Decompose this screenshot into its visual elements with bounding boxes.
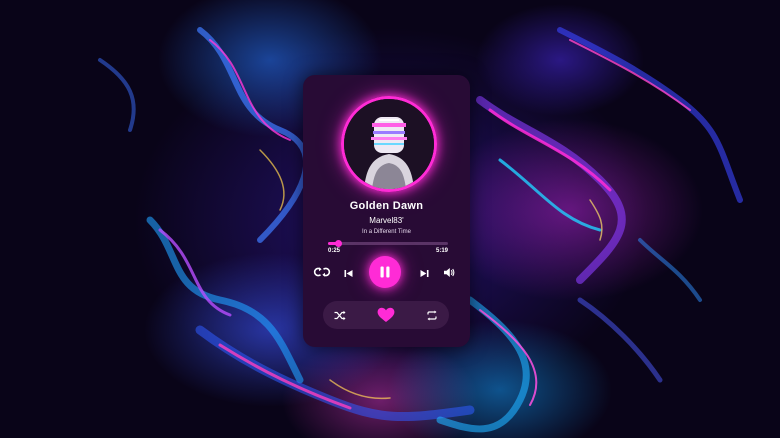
previous-button[interactable]: [342, 267, 354, 279]
album-cover: [341, 96, 437, 192]
desktop-background: Golden Dawn Marvel83' In a Different Tim…: [0, 0, 780, 438]
progress-slider[interactable]: [328, 240, 448, 247]
artist-name[interactable]: Marvel83': [303, 216, 470, 225]
loop-button[interactable]: [425, 308, 439, 322]
shuffle-icon: [334, 310, 346, 320]
volume-button[interactable]: [442, 266, 456, 279]
repeat-icon: [313, 267, 331, 277]
action-bar: [323, 301, 449, 329]
like-button[interactable]: [376, 306, 396, 324]
album-name[interactable]: In a Different Time: [303, 229, 470, 235]
repeat-button[interactable]: [313, 265, 331, 279]
heart-icon: [377, 307, 395, 322]
skip-previous-icon: [344, 269, 352, 277]
volume-icon: [444, 268, 455, 277]
next-button[interactable]: [418, 267, 430, 279]
music-player-card: Golden Dawn Marvel83' In a Different Tim…: [303, 75, 470, 347]
shuffle-button[interactable]: [333, 308, 347, 322]
play-pause-button[interactable]: [369, 256, 401, 288]
track-title: Golden Dawn: [349, 200, 424, 212]
skip-next-icon: [420, 269, 428, 277]
progress-knob[interactable]: [334, 240, 342, 247]
loop-icon: [427, 310, 437, 320]
elapsed-time: 0:25: [328, 248, 341, 254]
total-duration: 5:19: [435, 248, 448, 254]
pause-icon: [380, 266, 390, 278]
